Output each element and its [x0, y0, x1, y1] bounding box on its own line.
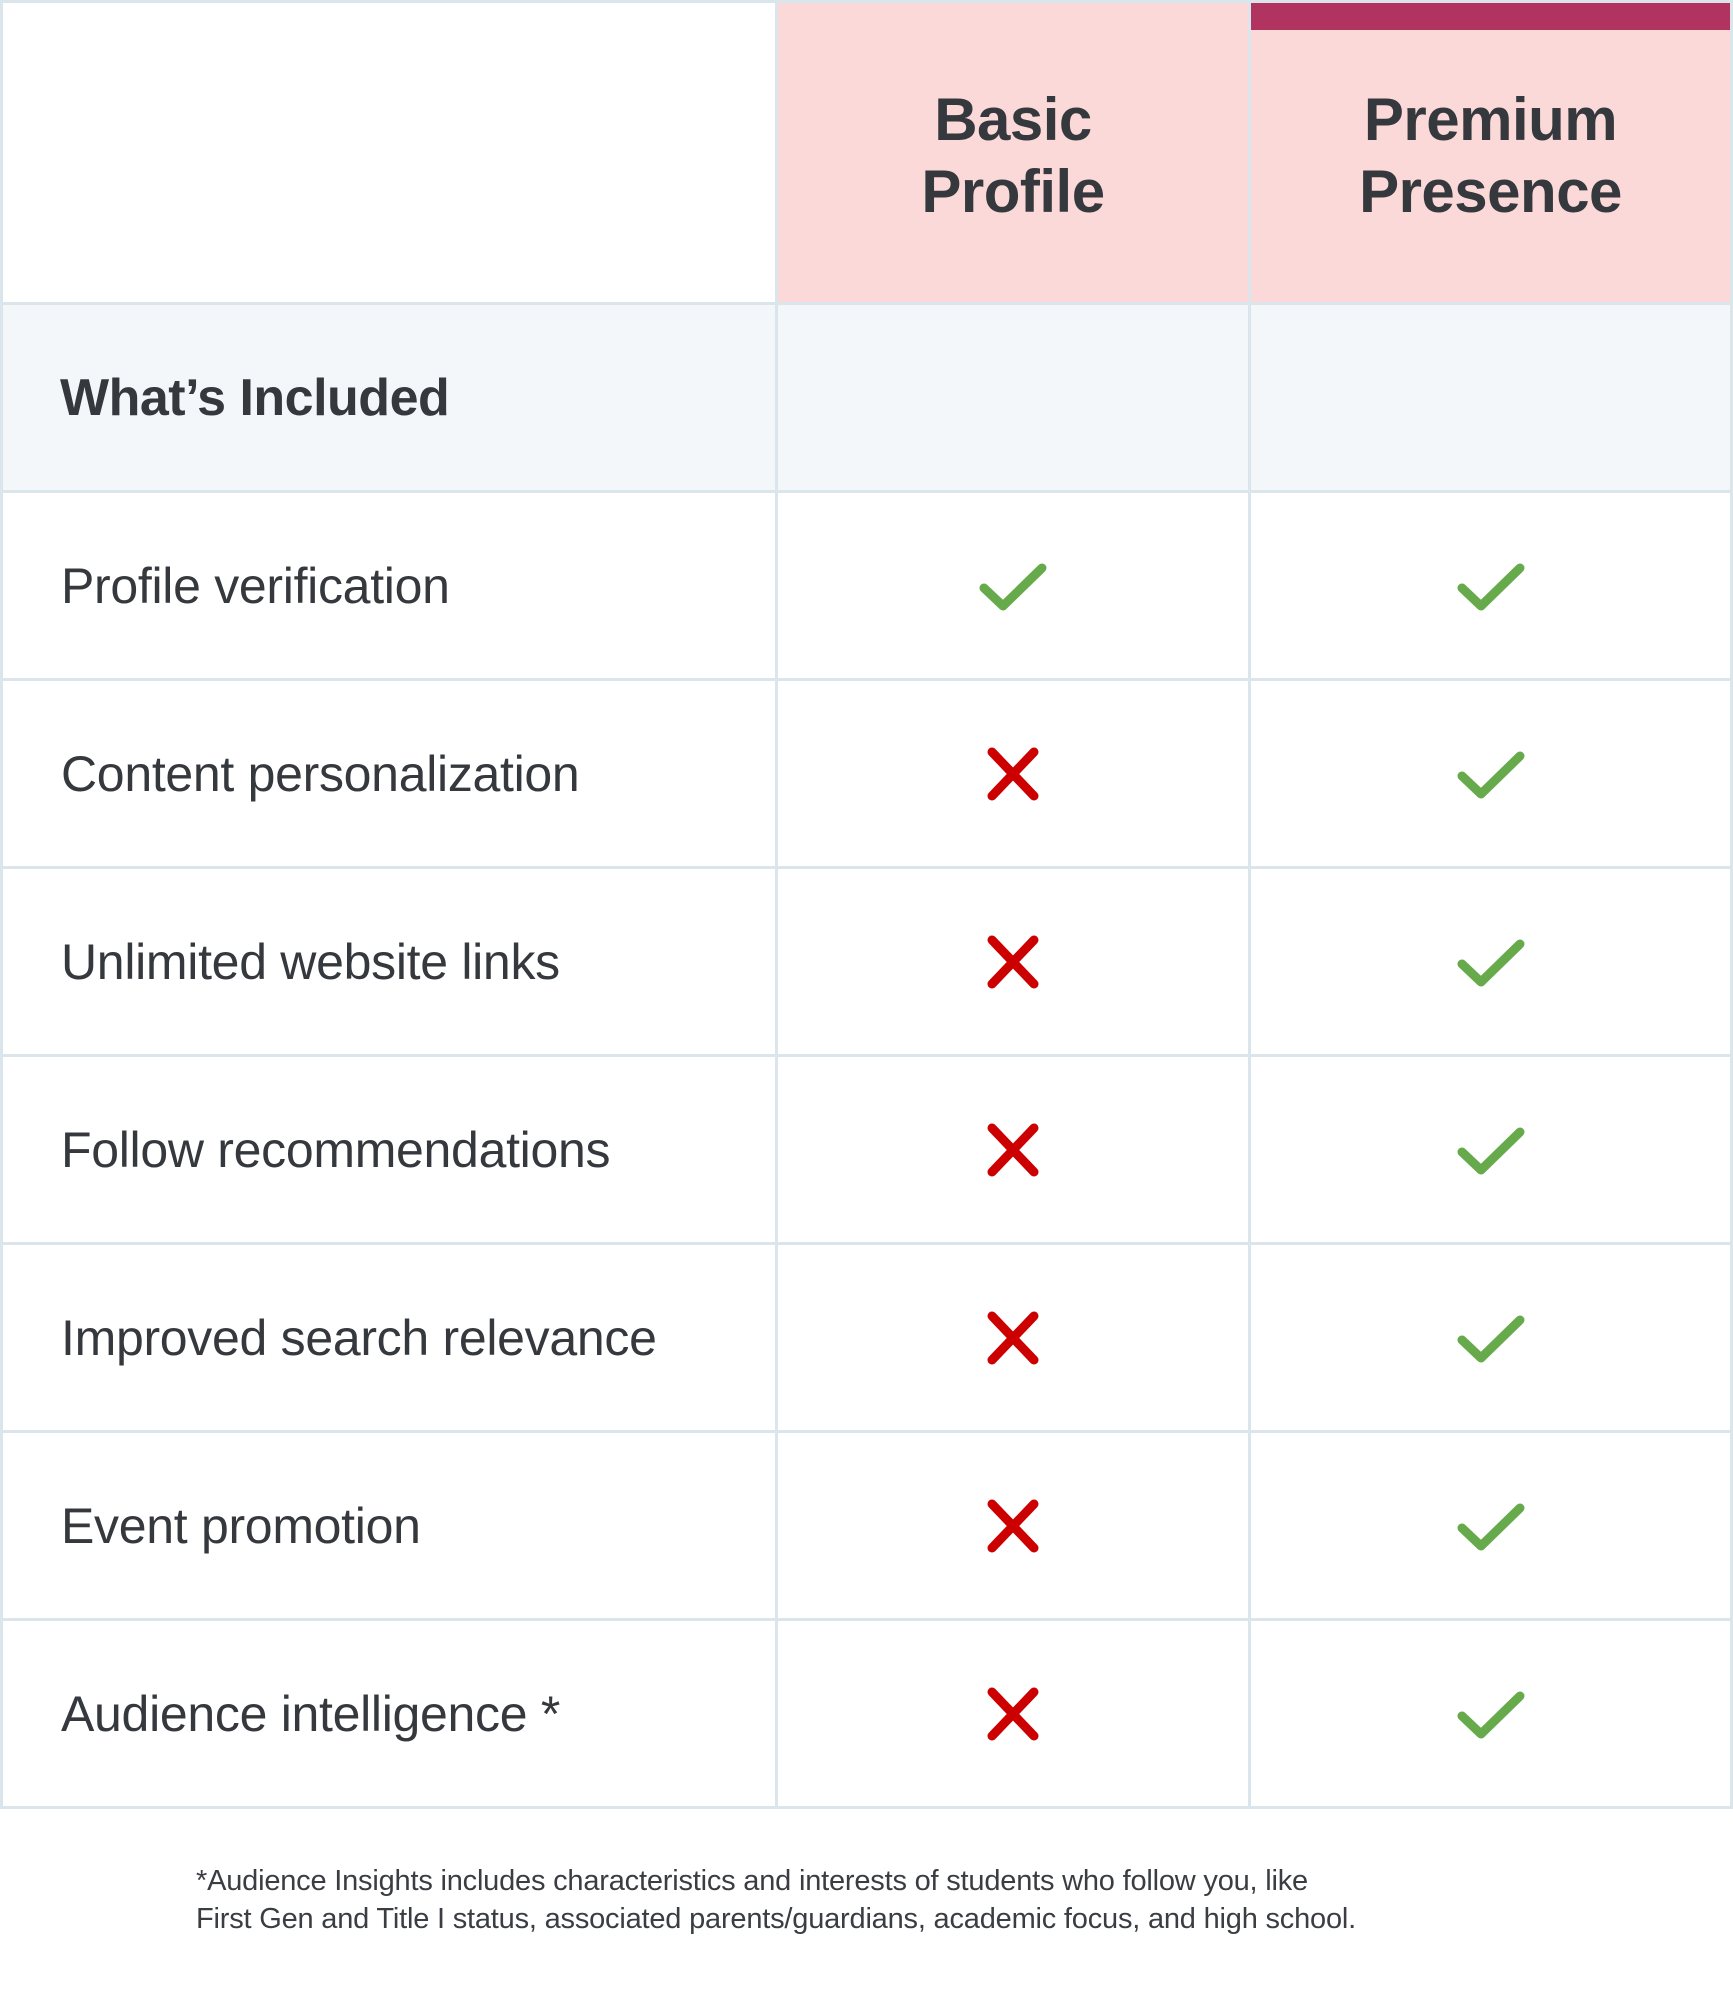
cross-icon: [987, 1311, 1039, 1364]
footnote-line-1: *Audience Insights includes characterist…: [196, 1865, 1308, 1897]
plan-title-premium-line1: Premium: [1363, 85, 1618, 153]
plan-title-basic-line1: Basic: [934, 85, 1092, 153]
cross-icon: [987, 1687, 1039, 1740]
feature-label: Profile verification: [61, 557, 450, 614]
feature-basic-cell: [778, 869, 1251, 1057]
feature-basic-cell: [778, 1245, 1251, 1433]
feature-premium-cell: [1251, 1621, 1733, 1809]
check-icon: [1457, 1691, 1524, 1738]
section-premium-cell: [1251, 305, 1733, 493]
section-title-cell: What’s Included: [0, 305, 778, 493]
footnote-line-2: First Gen and Title I status, associated…: [196, 1903, 1356, 1935]
cross-icon: [987, 747, 1039, 800]
plan-title-premium-line2: Presence: [1359, 157, 1622, 225]
feature-basic-cell: [778, 681, 1251, 869]
check-icon: [1457, 751, 1524, 798]
check-icon: [1457, 563, 1524, 610]
feature-label: Event promotion: [61, 1497, 421, 1554]
comparison-table: Basic Profile Premium Presence What’s In…: [0, 0, 1733, 1809]
cross-icon: [987, 1499, 1039, 1552]
feature-label: Audience intelligence *: [61, 1685, 561, 1742]
check-icon: [979, 563, 1047, 610]
cross-icon: [987, 935, 1039, 988]
check-icon: [1457, 939, 1524, 986]
feature-label-cell: Unlimited website links: [0, 869, 778, 1057]
feature-premium-cell: [1251, 1245, 1733, 1433]
feature-label-cell: Audience intelligence *: [0, 1621, 778, 1809]
feature-label: Improved search relevance: [61, 1309, 657, 1366]
feature-premium-cell: [1251, 869, 1733, 1057]
feature-label-cell: Follow recommendations: [0, 1057, 778, 1245]
check-icon: [1457, 1503, 1524, 1550]
header-corner-cell: [0, 0, 778, 305]
premium-highlight-bar: [1251, 3, 1730, 30]
feature-premium-cell: [1251, 681, 1733, 869]
feature-label: Unlimited website links: [61, 933, 560, 990]
check-icon: [1457, 1127, 1524, 1174]
plan-title-basic-line2: Profile: [921, 157, 1105, 225]
feature-premium-cell: [1251, 1433, 1733, 1621]
feature-label: Follow recommendations: [61, 1121, 611, 1178]
feature-label: Content personalization: [61, 745, 580, 802]
feature-premium-cell: [1251, 493, 1733, 681]
feature-label-cell: Content personalization: [0, 681, 778, 869]
feature-label-cell: Event promotion: [0, 1433, 778, 1621]
plan-header-basic: Basic Profile: [778, 0, 1251, 305]
section-title: What’s Included: [60, 368, 450, 427]
plan-title-basic: Basic Profile: [921, 84, 1105, 228]
cross-icon: [987, 1123, 1039, 1176]
feature-premium-cell: [1251, 1057, 1733, 1245]
feature-label-cell: Profile verification: [0, 493, 778, 681]
plan-title-premium: Premium Presence: [1359, 84, 1622, 228]
feature-basic-cell: [778, 1057, 1251, 1245]
feature-basic-cell: [778, 493, 1251, 681]
feature-label-cell: Improved search relevance: [0, 1245, 778, 1433]
feature-basic-cell: [778, 1621, 1251, 1809]
section-basic-cell: [778, 305, 1251, 493]
footnote: *Audience Insights includes characterist…: [196, 1862, 1356, 1938]
feature-basic-cell: [778, 1433, 1251, 1621]
check-icon: [1457, 1315, 1524, 1362]
plan-header-premium: Premium Presence: [1251, 0, 1733, 305]
